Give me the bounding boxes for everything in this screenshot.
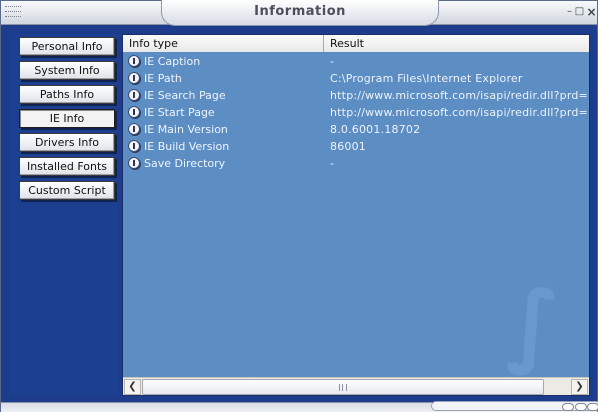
horizontal-scrollbar[interactable]: ❮ ❯ xyxy=(123,377,589,395)
table-row[interactable]: IE Main Version 8.0.6001.18702 xyxy=(123,121,589,138)
row-result: - xyxy=(330,157,335,170)
ie-info-button[interactable]: IE Info xyxy=(19,109,115,128)
list-header: Info type Result xyxy=(123,35,589,52)
table-row[interactable]: IE Caption - xyxy=(123,53,589,70)
frame-knob-icon xyxy=(587,403,598,411)
close-icon[interactable]: × xyxy=(585,3,598,21)
row-result: http://www.microsoft.com/isapi/redir.dll… xyxy=(330,106,590,119)
frame-knob-icon xyxy=(562,403,574,411)
installed-fonts-button[interactable]: Installed Fonts xyxy=(19,157,115,176)
row-result: 8.0.6001.18702 xyxy=(330,123,421,136)
column-header-info-type[interactable]: Info type xyxy=(123,35,324,52)
row-info-type: IE Path xyxy=(144,72,182,85)
list-rows: IE Caption - IE Path C:\Program Files\In… xyxy=(123,53,589,172)
frame-knob-icon xyxy=(575,403,587,411)
system-info-button[interactable]: System Info xyxy=(19,61,115,80)
personal-info-button[interactable]: Personal Info xyxy=(19,37,115,56)
row-info-type: IE Main Version xyxy=(144,123,228,136)
table-row[interactable]: IE Start Page http://www.microsoft.com/i… xyxy=(123,104,589,121)
row-info-type: IE Caption xyxy=(144,55,201,68)
custom-script-button[interactable]: Custom Script xyxy=(19,181,115,200)
scroll-left-icon[interactable]: ❮ xyxy=(124,379,141,395)
drivers-info-button[interactable]: Drivers Info xyxy=(19,133,115,152)
row-result: - xyxy=(330,55,335,68)
table-row[interactable]: IE Build Version 86001 xyxy=(123,138,589,155)
table-row[interactable]: IE Path C:\Program Files\Internet Explor… xyxy=(123,70,589,87)
row-info-type: Save Directory xyxy=(144,157,226,170)
table-row[interactable]: IE Search Page http://www.microsoft.com/… xyxy=(123,87,589,104)
info-icon xyxy=(128,89,140,101)
column-header-result[interactable]: Result xyxy=(324,35,589,52)
nav-panel: Personal Info System Info Paths Info IE … xyxy=(10,34,118,396)
bottom-frame xyxy=(1,401,598,412)
row-info-type: IE Search Page xyxy=(144,89,226,102)
row-info-type: IE Start Page xyxy=(144,106,215,119)
row-result: C:\Program Files\Internet Explorer xyxy=(330,72,523,85)
scrollbar-thumb[interactable] xyxy=(142,379,544,395)
scroll-right-icon[interactable]: ❯ xyxy=(571,379,588,395)
row-result: 86001 xyxy=(330,140,366,153)
information-window: Information – □ × Personal Info System I… xyxy=(0,0,598,412)
row-result: http://www.microsoft.com/isapi/redir.dll… xyxy=(330,89,590,102)
info-list[interactable]: ∫ Info type Result IE Caption - IE Path … xyxy=(122,34,590,396)
table-row[interactable]: Save Directory - xyxy=(123,155,589,172)
info-icon xyxy=(128,140,140,152)
info-icon xyxy=(128,123,140,135)
watermark-icon: ∫ xyxy=(505,272,561,377)
scrollbar-grip-icon xyxy=(339,384,347,391)
title-bar[interactable]: Information – □ × xyxy=(1,0,598,26)
drag-grip-icon[interactable] xyxy=(5,6,21,18)
info-icon xyxy=(128,157,140,169)
row-info-type: IE Build Version xyxy=(144,140,230,153)
info-icon xyxy=(128,106,140,118)
info-icon xyxy=(128,72,140,84)
window-title: Information xyxy=(254,4,346,19)
paths-info-button[interactable]: Paths Info xyxy=(19,85,115,104)
info-icon xyxy=(128,55,140,67)
